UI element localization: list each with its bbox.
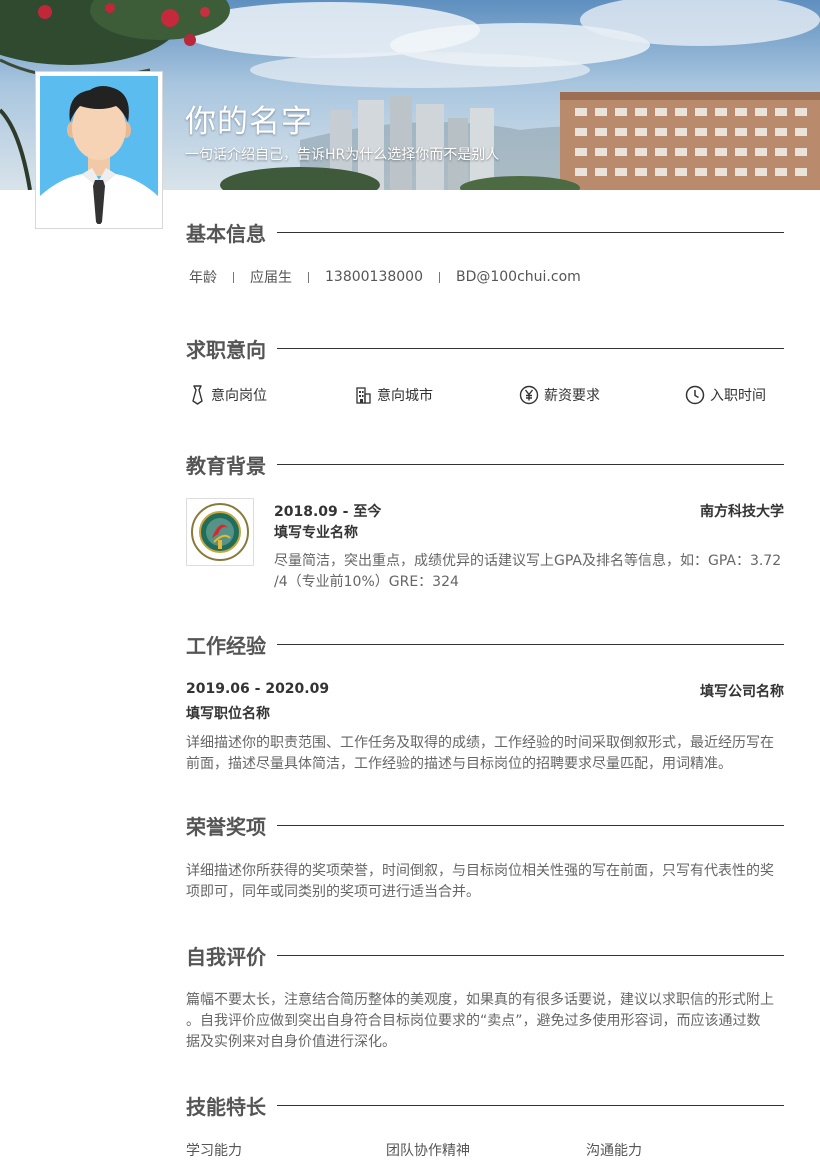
description-line: 篇幅不要太长，注意结合简历整体的美观度，如果真的有很多话要说，建议以求职信的形式… — [186, 992, 774, 1008]
self-eval-description: 篇幅不要太长，注意结合简历整体的美观度，如果真的有很多话要说，建议以求职信的形式… — [186, 990, 786, 1053]
section-title: 教育背景 — [186, 453, 266, 478]
avatar — [35, 71, 163, 229]
description-line: /4（专业前10%）GRE：324 — [274, 574, 459, 590]
work-company: 填写公司名称 — [700, 684, 784, 700]
basic-info-heading: 基本信息 — [186, 217, 784, 247]
phone-field: 13800138000 — [325, 269, 423, 285]
education-period: 2018.09 - 至今 — [274, 504, 382, 520]
section-divider — [277, 463, 784, 465]
work-position: 填写职位名称 — [186, 706, 270, 722]
intent-start-time: 入职时间 — [685, 385, 766, 405]
separator — [233, 271, 234, 283]
intent-label: 意向岗位 — [211, 388, 267, 404]
section-divider — [277, 1104, 784, 1106]
self-eval-heading: 自我评价 — [186, 940, 784, 970]
section-divider — [277, 231, 784, 233]
section-title: 荣誉奖项 — [186, 814, 266, 839]
intent-salary: 薪资要求 — [519, 385, 600, 405]
candidate-tagline: 一句话介绍自己，告诉HR为什么选择你而不是别人 — [185, 147, 500, 163]
education-major: 填写专业名称 — [274, 525, 358, 541]
intent-position: 意向岗位 — [189, 385, 267, 405]
skill-item: 团队协作精神 — [386, 1143, 470, 1159]
candidate-name: 你的名字 — [185, 104, 313, 140]
education-heading: 教育背景 — [186, 449, 784, 479]
separator — [308, 271, 309, 283]
skill-item: 学习能力 — [186, 1143, 242, 1159]
education-description: 尽量简洁，突出重点，成绩优异的话建议写上GPA及排名等信息，如：GPA：3.72… — [274, 551, 786, 593]
description-line: 详细描述你所获得的奖项荣誉，时间倒叙，与目标岗位相关性强的写在前面，只写有代表性… — [186, 863, 774, 879]
intent-city: 意向城市 — [355, 385, 433, 405]
tie-icon — [192, 385, 203, 405]
age-field: 年龄 — [189, 270, 217, 286]
section-title: 求职意向 — [186, 337, 266, 362]
description-line: 。自我评价应做到突出自身符合目标岗位要求的“卖点”，避免过多使用形容词，而应该通… — [186, 1013, 761, 1029]
description-line: 详细描述你的职责范围、工作任务及取得的成绩，工作经验的时间采取倒叙形式，最近经历… — [186, 735, 774, 751]
separator — [438, 271, 440, 283]
intent-label: 入职时间 — [710, 388, 766, 404]
description-line: 前面，描述尽量具体简洁，工作经验的描述与目标岗位的招聘要求尽量匹配，用词精准。 — [186, 756, 732, 772]
work-description: 详细描述你的职责范围、工作任务及取得的成绩，工作经验的时间采取倒叙形式，最近经历… — [186, 733, 786, 775]
university-logo — [186, 498, 254, 566]
intent-label: 意向城市 — [377, 388, 433, 404]
clock-icon — [685, 385, 705, 405]
section-title: 自我评价 — [186, 944, 266, 969]
education-school: 南方科技大学 — [700, 504, 784, 520]
intent-label: 薪资要求 — [544, 388, 600, 404]
email-field: BD@100chui.com — [455, 269, 581, 285]
work-heading: 工作经验 — [186, 629, 784, 659]
section-divider — [277, 643, 784, 645]
section-title: 基本信息 — [186, 221, 266, 246]
description-line: 据及实例来对自身价值进行深化。 — [186, 1034, 396, 1050]
description-line: 尽量简洁，突出重点，成绩优异的话建议写上GPA及排名等信息，如：GPA：3.72 — [274, 553, 782, 569]
section-title: 技能特长 — [186, 1094, 266, 1119]
yuan-icon — [519, 385, 539, 405]
avatar-illustration — [40, 76, 158, 224]
description-line: 项即可，同年或同类别的奖项可进行适当合并。 — [186, 884, 480, 900]
honors-heading: 荣誉奖项 — [186, 810, 784, 840]
section-divider — [277, 824, 784, 826]
work-period: 2019.06 - 2020.09 — [186, 681, 330, 697]
section-divider — [277, 954, 784, 956]
section-divider — [277, 347, 784, 349]
basic-info-row: 年龄 应届生 13800138000 BD@100chui.com — [186, 267, 581, 287]
university-seal — [191, 503, 249, 561]
section-title: 工作经验 — [186, 633, 266, 658]
status-field: 应届生 — [250, 270, 292, 286]
honors-description: 详细描述你所获得的奖项荣誉，时间倒叙，与目标岗位相关性强的写在前面，只写有代表性… — [186, 861, 786, 903]
building-icon — [356, 387, 371, 404]
skill-item: 沟通能力 — [586, 1143, 642, 1159]
job-intent-heading: 求职意向 — [186, 333, 784, 363]
skills-heading: 技能特长 — [186, 1090, 784, 1120]
